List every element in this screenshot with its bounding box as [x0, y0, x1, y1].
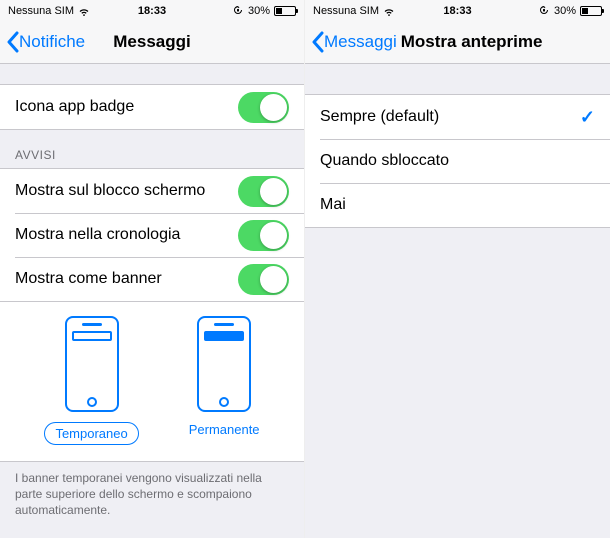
toggle-switch[interactable] [238, 264, 289, 295]
preview-option-always[interactable]: Sempre (default) ✓ [305, 95, 610, 139]
banner-footer-text: I banner temporanei vengono visualizzati… [0, 462, 304, 533]
checkmark-icon: ✓ [580, 107, 595, 128]
wifi-icon [78, 5, 90, 17]
battery-icon [274, 6, 296, 16]
banner-permanent-option[interactable]: Permanente [189, 316, 260, 445]
show-previews-screen: Nessuna SIM 18:33 30% Messaggi Mostra an… [305, 0, 610, 538]
settings-messages-screen: Nessuna SIM 18:33 30% Notifiche Messaggi [0, 0, 305, 538]
toggle-switch[interactable] [238, 92, 289, 123]
banner-style-picker: Temporaneo Permanente [0, 302, 304, 462]
cell-label: Quando sbloccato [320, 152, 449, 170]
back-button[interactable]: Messaggi [311, 31, 397, 53]
alert-banner-row[interactable]: Mostra come banner [0, 257, 304, 301]
alerts-section-header: AVVISI [0, 130, 304, 168]
back-label: Notifiche [19, 32, 85, 52]
nav-bar: Messaggi Mostra anteprime [305, 20, 610, 64]
status-bar: Nessuna SIM 18:33 30% [305, 0, 610, 20]
banner-temporary-option[interactable]: Temporaneo [44, 316, 138, 445]
orientation-lock-icon [232, 5, 244, 17]
back-label: Messaggi [324, 32, 397, 52]
phone-outline-icon [197, 316, 251, 412]
banner-permanent-label: Permanente [189, 422, 260, 437]
orientation-lock-icon [538, 5, 550, 17]
toggle-switch[interactable] [238, 176, 289, 207]
nav-bar: Notifiche Messaggi [0, 20, 304, 64]
preview-option-never[interactable]: Mai [305, 183, 610, 227]
battery-icon [580, 6, 602, 16]
cell-label: Mai [320, 196, 346, 214]
alert-lockscreen-row[interactable]: Mostra sul blocco schermo [0, 169, 304, 213]
cell-label: Sempre (default) [320, 108, 439, 126]
battery-pct: 30% [248, 5, 270, 17]
wifi-icon [383, 5, 395, 17]
cell-label: Mostra sul blocco schermo [15, 182, 205, 200]
alert-history-row[interactable]: Mostra nella cronologia [0, 213, 304, 257]
badge-label: Icona app badge [15, 98, 134, 116]
back-button[interactable]: Notifiche [6, 31, 85, 53]
phone-outline-icon [65, 316, 119, 412]
options-section-header: OPZIONI [0, 533, 304, 538]
carrier-label: Nessuna SIM [313, 5, 379, 17]
toggle-switch[interactable] [238, 220, 289, 251]
cell-label: Mostra nella cronologia [15, 226, 180, 244]
banner-temporary-label: Temporaneo [44, 422, 138, 445]
preview-option-unlocked[interactable]: Quando sbloccato [305, 139, 610, 183]
page-title: Mostra anteprime [401, 32, 543, 52]
status-bar: Nessuna SIM 18:33 30% [0, 0, 304, 20]
carrier-label: Nessuna SIM [8, 5, 74, 17]
cell-label: Mostra come banner [15, 270, 162, 288]
badge-toggle-row[interactable]: Icona app badge [0, 85, 304, 129]
battery-pct: 30% [554, 5, 576, 17]
